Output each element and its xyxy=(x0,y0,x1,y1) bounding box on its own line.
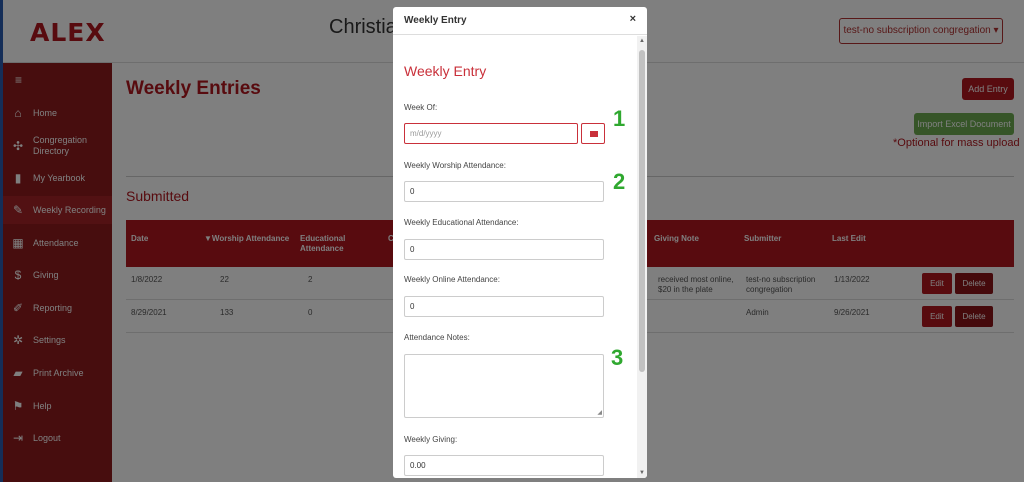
modal-header: Weekly Entry × xyxy=(393,7,647,35)
modal-body: Weekly Entry Week Of: m/d/yyyy Weekly Wo… xyxy=(393,36,637,478)
educational-attendance-input[interactable]: 0 xyxy=(404,239,604,260)
modal-title: Weekly Entry xyxy=(404,15,467,26)
scroll-thumb[interactable] xyxy=(639,50,645,372)
online-attendance-input[interactable]: 0 xyxy=(404,296,604,317)
calendar-icon xyxy=(590,131,598,137)
week-of-label: Week Of: xyxy=(404,103,438,112)
annotation-3: 3 xyxy=(611,345,624,370)
resize-grip-icon[interactable]: ◢ xyxy=(597,409,602,416)
weekly-giving-input[interactable]: 0.00 xyxy=(404,455,604,476)
scroll-up-icon[interactable]: ▲ xyxy=(639,38,645,44)
worship-attendance-label: Weekly Worship Attendance: xyxy=(404,161,506,170)
educational-attendance-label: Weekly Educational Attendance: xyxy=(404,218,519,227)
attendance-notes-label: Attendance Notes: xyxy=(404,333,470,342)
attendance-notes-textarea[interactable]: ◢ xyxy=(404,354,604,418)
calendar-button[interactable] xyxy=(581,123,605,144)
online-attendance-label: Weekly Online Attendance: xyxy=(404,275,500,284)
form-heading: Weekly Entry xyxy=(404,63,487,79)
weekly-entry-modal: Weekly Entry × Weekly Entry Week Of: m/d… xyxy=(393,7,647,478)
worship-attendance-input[interactable]: 0 xyxy=(404,181,604,202)
weekly-giving-label: Weekly Giving: xyxy=(404,435,458,444)
scroll-down-icon[interactable]: ▼ xyxy=(639,470,645,476)
annotation-1: 1 xyxy=(613,106,626,131)
close-icon[interactable]: × xyxy=(630,13,636,25)
annotation-2: 2 xyxy=(613,169,626,194)
modal-scrollbar[interactable]: ▲ ▼ xyxy=(637,36,647,478)
week-of-input[interactable]: m/d/yyyy xyxy=(404,123,578,144)
